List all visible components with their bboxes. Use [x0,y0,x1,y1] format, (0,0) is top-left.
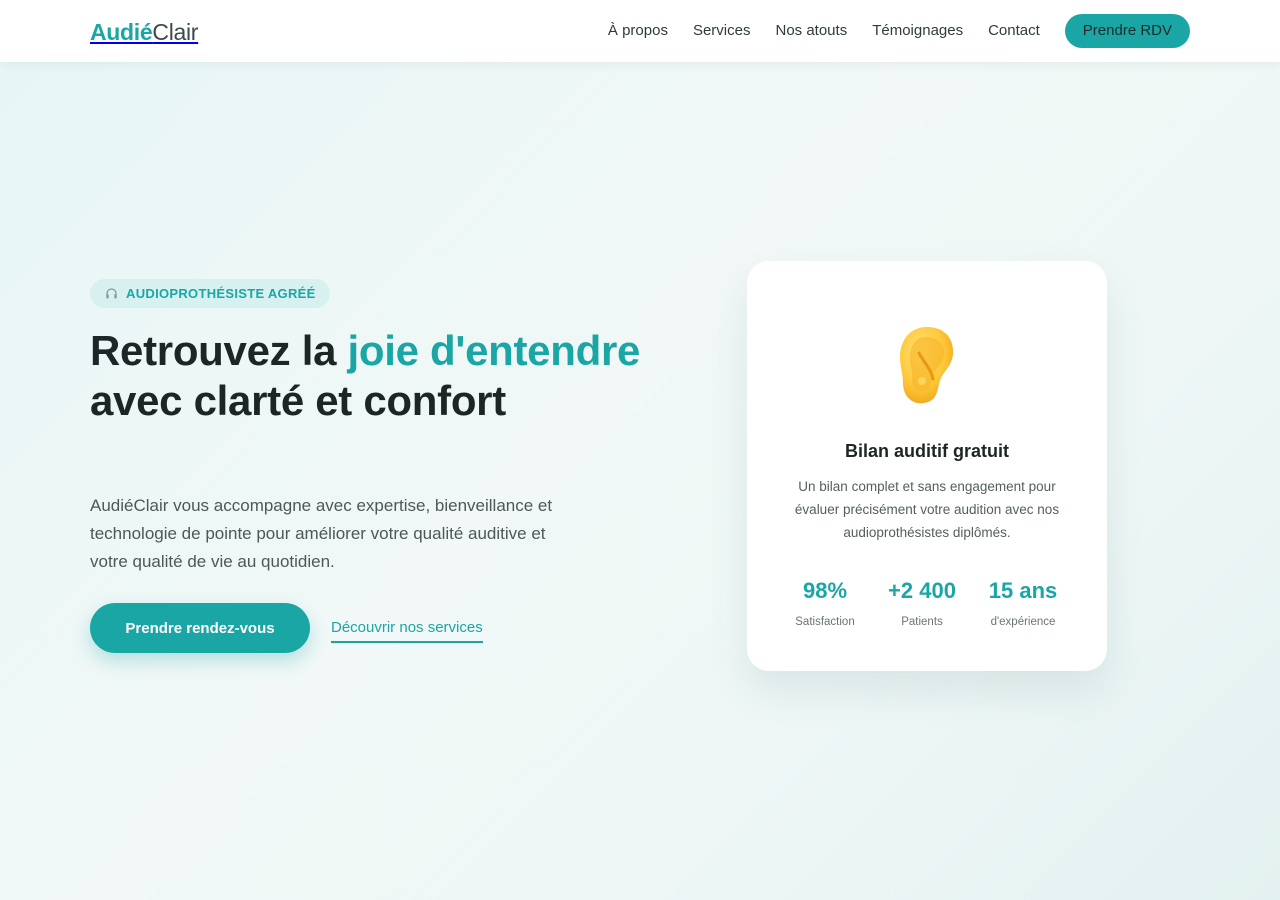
badge-text: AUDIOPROTHÉSISTE AGRÉÉ [126,286,316,301]
site-header: AudiéClair À propos Services Nos atouts … [0,0,1280,62]
nav-link-temoignages[interactable]: Témoignages [872,14,963,48]
nav-link-services[interactable]: Services [693,14,751,48]
stat-value: 15 ans [988,578,1058,603]
headphones-icon [105,287,118,300]
hero-badge: AUDIOPROTHÉSISTE AGRÉÉ [90,279,330,308]
hero-lead: AudiéClair vous accompagne avec expertis… [90,496,553,571]
hero-title: Retrouvez la joie d'entendre avec clarté… [90,326,650,426]
brand-name-part2: Clair [152,19,199,45]
book-appointment-button[interactable]: Prendre RDV [1064,14,1190,48]
free-hearing-test-card: Bilan auditif gratuit Un bilan complet e… [747,261,1107,671]
brand-name-part1: Audié [90,19,153,45]
hero-title-accent: joie d'entendre [347,327,641,374]
card-stats: 98% Satisfaction +2 400 Patients 15 ans … [747,577,1107,637]
primary-appointment-button[interactable]: Prendre rendez-vous [90,603,310,653]
hero-title-plain: Retrouvez la [90,327,348,374]
card-title: Bilan auditif gratuit [845,441,1009,461]
ear-icon [897,323,957,407]
nav-link-a-propos[interactable]: À propos [608,14,668,48]
card-description: Un bilan complet et sans engagement pour… [794,479,1060,540]
stat-experience: 15 ans d'expérience [963,577,1083,628]
brand-logo[interactable]: AudiéClair [90,18,198,46]
main-nav: À propos Services Nos atouts Témoignages… [608,14,1190,48]
nav-link-nos-atouts[interactable]: Nos atouts [775,14,847,48]
discover-services-link[interactable]: Découvrir nos services [331,618,483,643]
hero-title-tail: avec clarté et confort [90,377,506,424]
stat-label: d'expérience [990,616,1056,628]
nav-link-contact[interactable]: Contact [988,14,1040,48]
